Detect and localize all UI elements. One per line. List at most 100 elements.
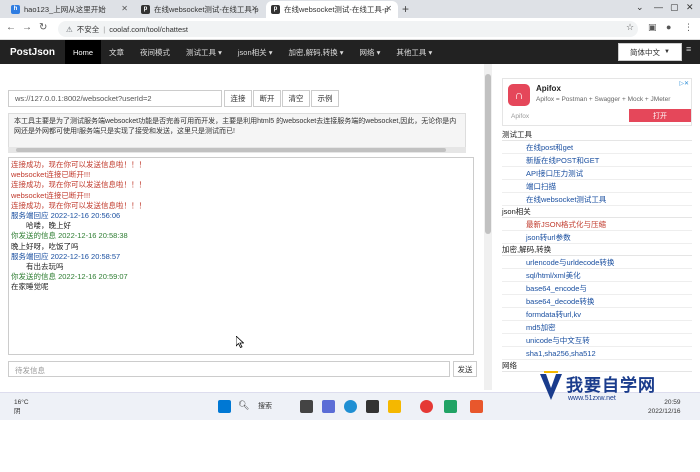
new-tab-button[interactable]: +: [402, 2, 409, 16]
app-icon[interactable]: [470, 400, 483, 413]
back-icon[interactable]: ←: [6, 22, 16, 33]
tools-sidebar: 测试工具 在线post和get 新版在线POST和GET API接口压力测试 端口扫描在…: [502, 129, 692, 372]
sidebar-link[interactable]: 在线websocket测试工具: [502, 193, 692, 206]
ad-brand: Apifox: [511, 113, 530, 120]
browser-tab-2[interactable]: p 在线websocket测试-在线工具-p ✕: [136, 1, 264, 18]
address-bar: ← → ↻ ⚠ 不安全 | coolaf.com/tool/chattest ☆…: [0, 18, 700, 40]
sidebar-heading: 测试工具: [502, 129, 692, 141]
nav-home[interactable]: Home: [65, 40, 102, 64]
tab-label: 在线websocket测试-在线工具-p: [284, 5, 389, 14]
mouse-cursor-icon: [236, 336, 244, 348]
sidebar-link[interactable]: md5加密: [502, 321, 692, 334]
sidebar-link[interactable]: unicode与中文互转: [502, 334, 692, 347]
language-value: 简体中文: [630, 47, 661, 57]
message-input[interactable]: 待发信息: [8, 361, 450, 377]
nav-articles[interactable]: 文章: [101, 40, 132, 64]
close-icon[interactable]: ✕: [251, 4, 258, 13]
close-icon[interactable]: ✕: [385, 4, 392, 13]
hamburger-icon[interactable]: ≡: [686, 44, 698, 60]
clear-button[interactable]: 清空: [282, 90, 310, 107]
minimize-icon[interactable]: —: [654, 2, 663, 12]
postjson-icon: p: [271, 5, 280, 14]
log-line: websocket连接已断开!!!: [11, 190, 91, 200]
browser-tab-1[interactable]: h hao123_上网从这里开始 ✕: [6, 1, 134, 18]
scroll-thumb[interactable]: [16, 148, 446, 152]
star-icon[interactable]: ☆: [626, 22, 634, 33]
page-scrollbar[interactable]: [484, 64, 492, 390]
tool-description: 本工具主要是为了测试服务端websocket功能是否完善可用而开发，主要是利用h…: [8, 113, 466, 151]
profile-icon[interactable]: ●: [666, 22, 671, 32]
sidebar-link[interactable]: json转url参数: [502, 231, 692, 244]
store-icon[interactable]: [366, 400, 379, 413]
search-icon[interactable]: 🔍︎: [238, 400, 251, 413]
nav-json[interactable]: json相关 ▾: [230, 40, 281, 64]
nav-network[interactable]: 网络 ▾: [352, 40, 389, 64]
close-window-icon[interactable]: ✕: [686, 2, 694, 13]
log-line: 在家睡觉呢: [11, 282, 49, 292]
site-brand[interactable]: PostJson: [0, 47, 65, 58]
teams-icon[interactable]: [322, 400, 335, 413]
sidebar-link[interactable]: formdata转url,kv: [502, 308, 692, 321]
sidebar-link[interactable]: base64_encode与: [502, 282, 692, 295]
ad-info-icon[interactable]: ▷✕: [679, 80, 689, 87]
scroll-thumb[interactable]: [485, 74, 491, 234]
warning-icon: ⚠: [66, 24, 73, 34]
windows-start-icon[interactable]: [218, 400, 231, 413]
sidebar-link[interactable]: sql/html/xml美化: [502, 269, 692, 282]
log-line: 晚上好呀，吃饭了吗: [11, 241, 79, 251]
edge-icon[interactable]: [344, 400, 357, 413]
task-view-icon[interactable]: [300, 400, 313, 413]
example-button[interactable]: 示例: [311, 90, 339, 107]
url-text: coolaf.com/tool/chattest: [109, 24, 188, 34]
postjson-icon: p: [141, 5, 150, 14]
security-label: 不安全: [76, 24, 100, 34]
log-line: websocket连接已断开!!!: [11, 170, 91, 180]
sidebar-link[interactable]: base64_decode转换: [502, 295, 692, 308]
taskbar-search[interactable]: 搜索: [258, 401, 272, 411]
sidebar-link[interactable]: urlencode与urldecode转换: [502, 256, 692, 269]
sidebar-link[interactable]: 最新JSON格式化与压缩: [502, 218, 692, 231]
reload-icon[interactable]: ↻: [39, 22, 47, 33]
sidebar-link[interactable]: 新版在线POST和GET: [502, 154, 692, 167]
app-icon[interactable]: [444, 400, 457, 413]
forward-icon[interactable]: →: [22, 22, 32, 33]
ad-banner[interactable]: ∩ Apifox Apifox = Postman + Swagger + Mo…: [502, 78, 692, 126]
nav-other-tools[interactable]: 其他工具 ▾: [388, 40, 440, 64]
connect-button[interactable]: 连接: [224, 90, 252, 107]
browser-tab-3[interactable]: p 在线websocket测试-在线工具-p ✕: [266, 1, 398, 18]
apifox-logo-icon: ∩: [508, 84, 530, 106]
hao123-icon: h: [11, 5, 20, 14]
weather-widget[interactable]: 16°C 阴: [14, 398, 29, 416]
weather-temp: 16°C: [14, 399, 29, 406]
message-log: 连接成功，现在你可以发送信息啦！！！ websocket连接已断开!!! 连接成功，…: [8, 157, 474, 355]
sidebar-link[interactable]: sha1,sha256,sha512: [502, 347, 692, 360]
ad-open-button[interactable]: 打开: [629, 109, 691, 122]
ad-title: Apifox: [536, 84, 561, 93]
disconnect-button[interactable]: 断开: [253, 90, 281, 107]
sidebar-link[interactable]: 端口扫描: [502, 180, 692, 193]
folder-icon[interactable]: [388, 400, 401, 413]
menu-icon[interactable]: ⋮: [684, 22, 693, 33]
nav-test-tools[interactable]: 测试工具 ▾: [178, 40, 230, 64]
url-bar[interactable]: ⚠ 不安全 | coolaf.com/tool/chattest: [58, 21, 638, 37]
tab-label: 在线websocket测试-在线工具-p: [154, 5, 259, 14]
log-line: 连接成功，现在你可以发送信息啦！！！: [11, 200, 146, 210]
chrome-icon[interactable]: [420, 400, 433, 413]
close-icon[interactable]: ✕: [121, 4, 128, 13]
maximize-icon[interactable]: ▢: [670, 2, 679, 13]
websocket-url-input[interactable]: ws://127.0.0.1:8002/websocket?userId=2: [8, 90, 222, 107]
nav-night-mode[interactable]: 夜间模式: [132, 40, 178, 64]
send-button[interactable]: 发送: [453, 361, 477, 377]
log-line: 你发送的信息 2022-12-16 20:58:38: [11, 231, 128, 241]
weather-desc: 阴: [14, 408, 21, 415]
chevron-down-icon[interactable]: ⌄: [636, 2, 644, 13]
sidebar-icon[interactable]: ▣: [648, 22, 657, 33]
sidebar-link[interactable]: API接口压力测试: [502, 167, 692, 180]
language-select[interactable]: 简体中文 ▼: [618, 43, 682, 61]
nav-encode[interactable]: 加密,解码,转换 ▾: [281, 40, 352, 64]
log-line: 有出去玩吗: [11, 262, 64, 272]
sidebar-link[interactable]: 在线post和get: [502, 141, 692, 154]
horizontal-scrollbar[interactable]: [8, 147, 466, 153]
sidebar-heading: json相关: [502, 206, 692, 218]
log-line: 哈喽，晚上好: [11, 221, 71, 231]
